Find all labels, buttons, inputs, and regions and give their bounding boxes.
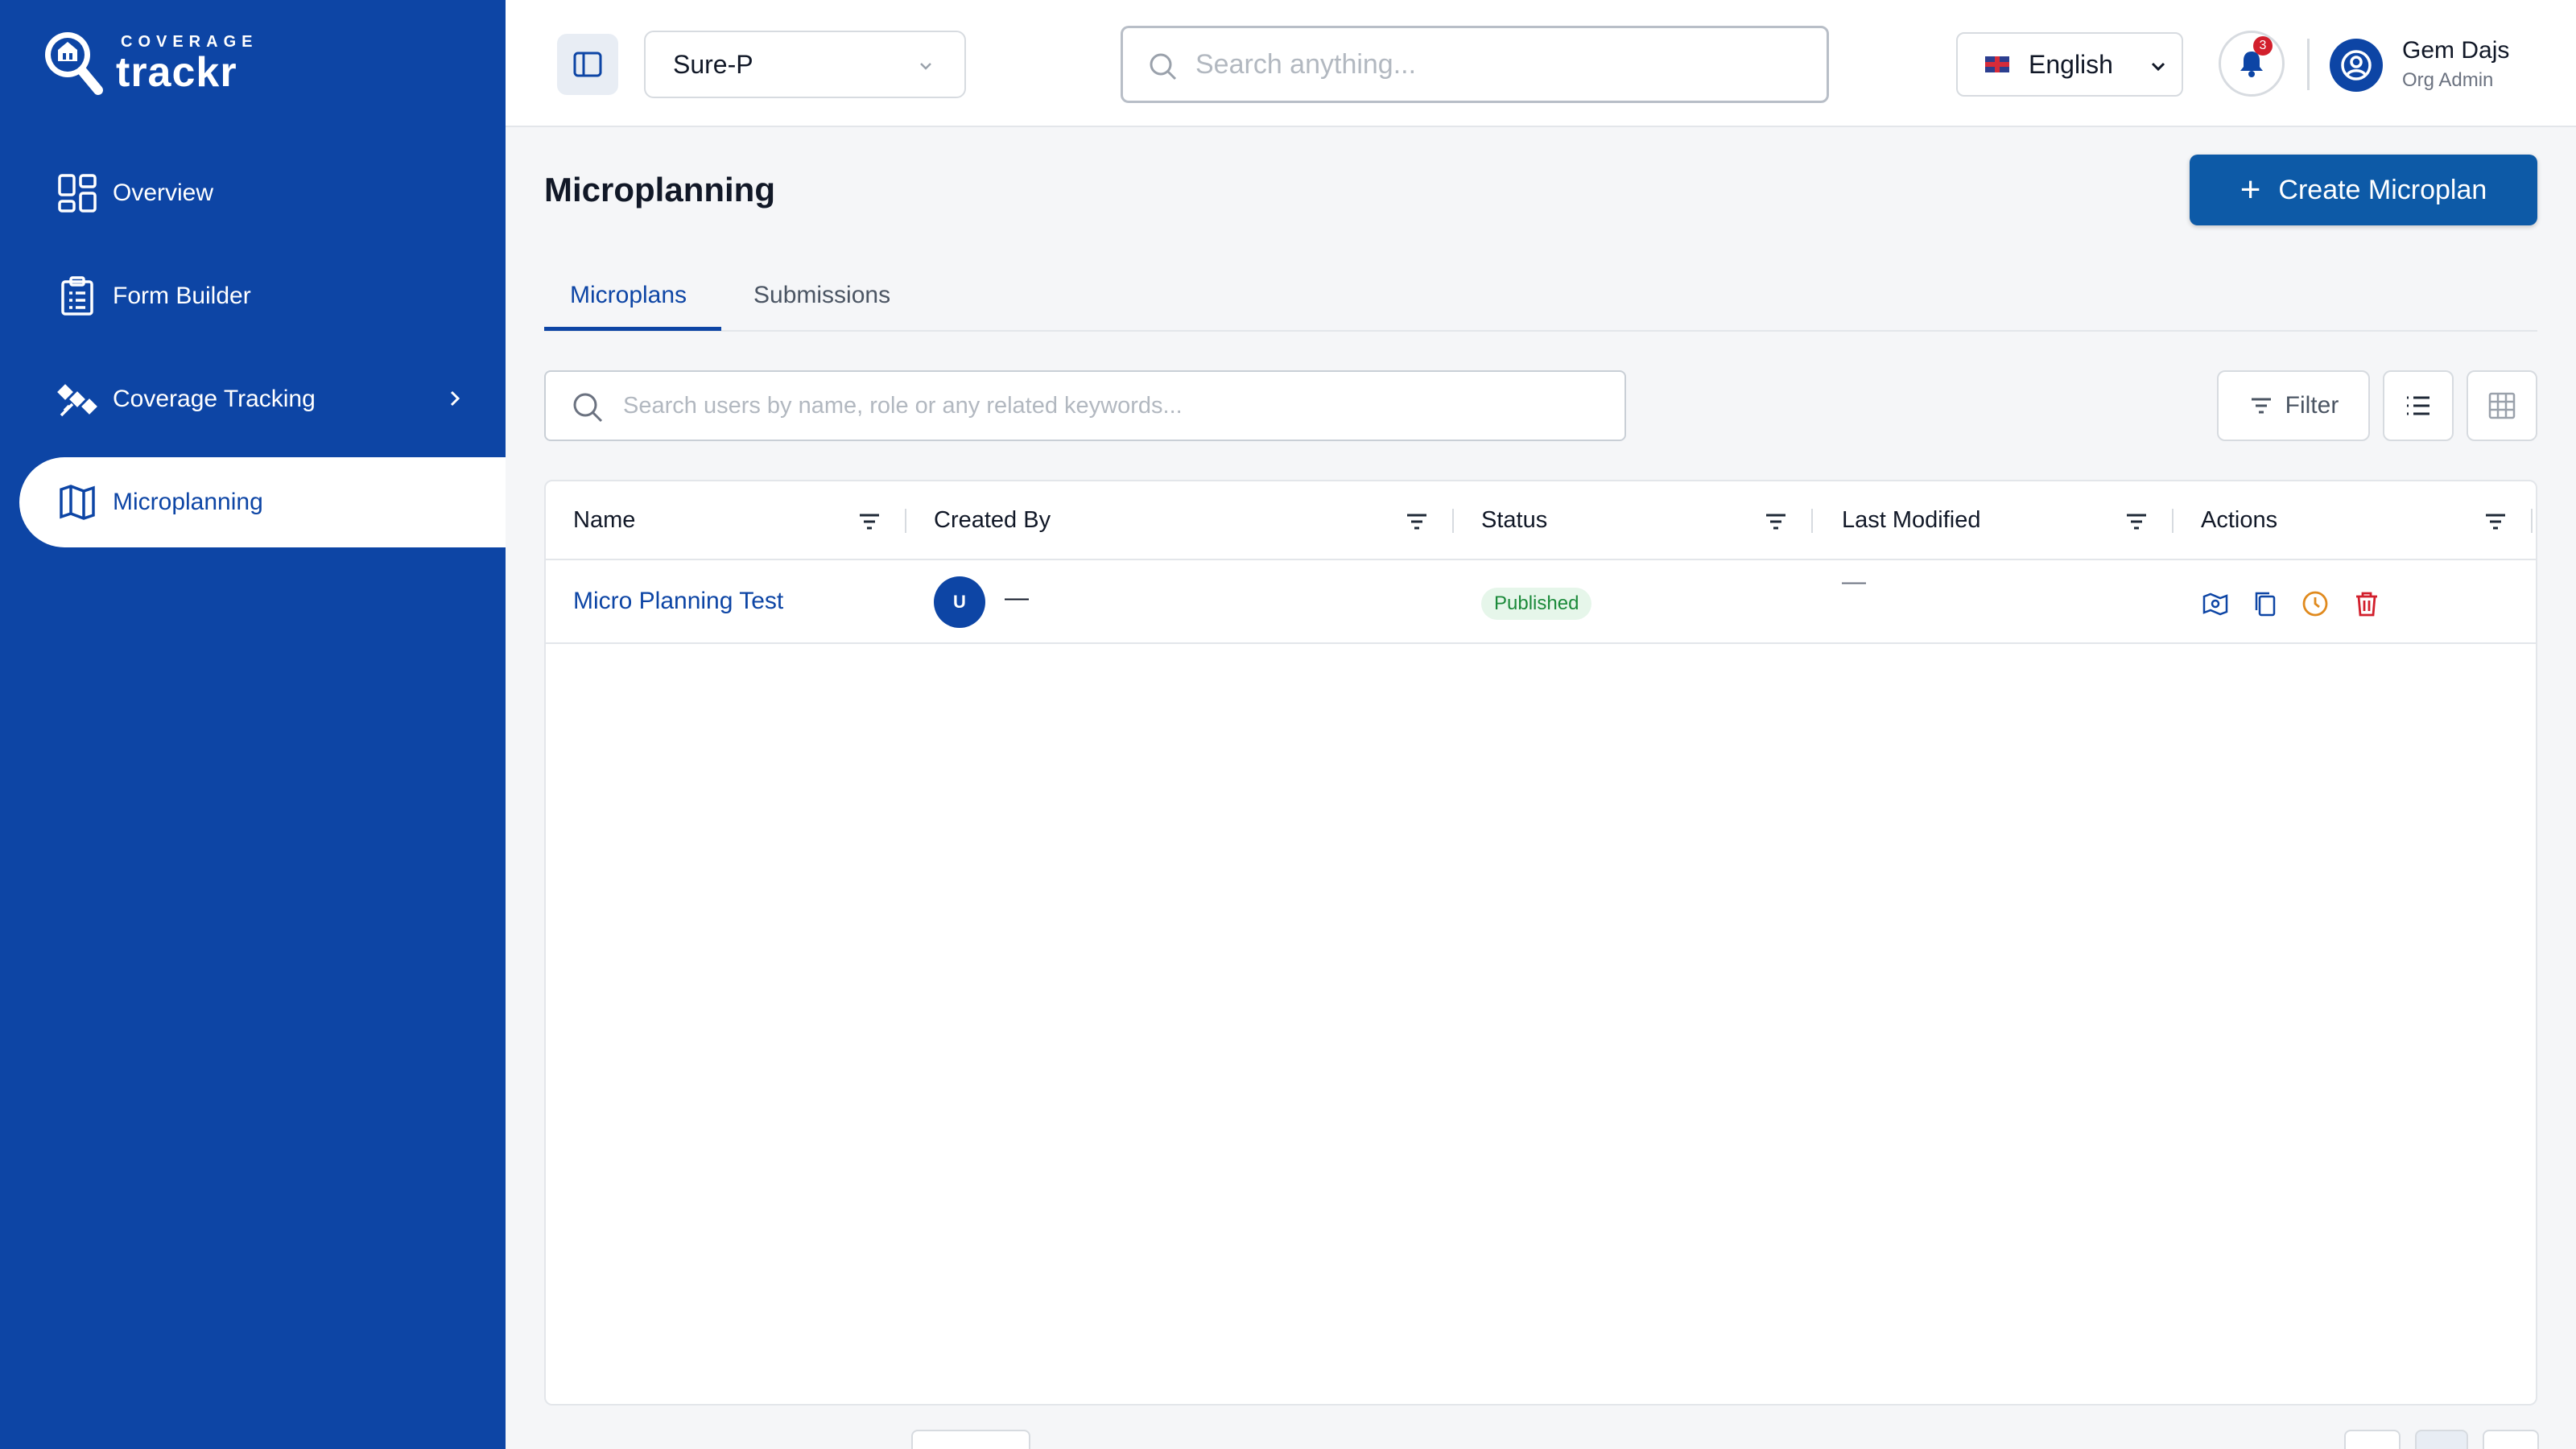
filter-icon	[2251, 398, 2271, 414]
user-role: Org Admin	[2402, 69, 2494, 91]
column-header-last-modified[interactable]: Last Modified	[1842, 507, 1981, 534]
logo-magnifier-icon	[39, 24, 111, 101]
tab-submissions[interactable]: Submissions	[753, 282, 890, 309]
notifications-button[interactable]: 3	[2219, 31, 2285, 97]
copy-icon	[2255, 592, 2276, 617]
pagination-next-button[interactable]	[2483, 1430, 2539, 1449]
map-icon	[2202, 592, 2228, 616]
org-select[interactable]: Sure-P	[644, 31, 966, 98]
duplicate-button[interactable]	[2249, 588, 2281, 620]
plus-icon: +	[2240, 170, 2261, 209]
filter-label: Filter	[2285, 392, 2339, 419]
sidebar-item-form-builder[interactable]: Form Builder	[19, 251, 506, 341]
global-search	[1121, 26, 1829, 103]
table-search	[544, 370, 1626, 441]
column-filter-icon[interactable]	[2124, 509, 2149, 535]
filter-button[interactable]: Filter	[2217, 370, 2370, 441]
column-filter-icon[interactable]	[857, 509, 882, 535]
user-avatar[interactable]	[2330, 39, 2383, 92]
notification-count-badge: 3	[2253, 36, 2273, 56]
global-search-input[interactable]	[1195, 48, 1759, 80]
satellite-icon	[57, 384, 97, 417]
column-separator[interactable]	[1452, 509, 1454, 533]
grid-view-icon	[2488, 392, 2516, 419]
delete-button[interactable]	[2351, 588, 2383, 620]
column-filter-icon[interactable]	[1763, 509, 1789, 535]
header-divider	[2307, 39, 2310, 90]
column-header-actions: Actions	[2201, 507, 2278, 533]
sidebar-toggle-icon	[573, 52, 602, 77]
sidebar-item-microplanning[interactable]: Microplanning	[19, 457, 506, 547]
org-select-value: Sure-P	[673, 49, 753, 79]
microplans-table: Name Created By Status Last Modified Act…	[544, 480, 2537, 1406]
list-view-button[interactable]	[2383, 370, 2454, 441]
chevron-down-icon	[2151, 62, 2165, 72]
microplan-name-link[interactable]: Micro Planning Test	[573, 588, 783, 615]
pagination-prev-button[interactable]	[2344, 1430, 2401, 1449]
column-header-created-by[interactable]: Created By	[934, 507, 1051, 534]
page-size-select[interactable]	[911, 1430, 1030, 1449]
uk-flag-icon	[1985, 56, 2009, 72]
user-name[interactable]: Gem Dajs	[2402, 37, 2509, 64]
list-icon	[2407, 396, 2429, 415]
logo-main-text: trackr	[116, 48, 237, 96]
created-by-value: —	[1005, 584, 1029, 611]
view-map-button[interactable]	[2199, 588, 2231, 620]
sidebar-nav: Overview Form Builder Coverage Tracking	[19, 148, 506, 560]
sidebar: COVERAGE trackr Overview Form Builder Co…	[0, 0, 506, 1449]
column-header-name[interactable]: Name	[573, 507, 635, 534]
map-icon	[60, 485, 95, 520]
chevron-right-icon	[450, 390, 460, 407]
clock-icon	[2302, 591, 2328, 617]
column-separator[interactable]	[905, 509, 906, 533]
sidebar-item-label: Coverage Tracking	[113, 386, 316, 412]
status-badge: Published	[1481, 588, 1592, 620]
language-value: English	[2029, 49, 2113, 79]
sidebar-item-coverage-tracking[interactable]: Coverage Tracking	[19, 354, 506, 444]
clipboard-icon	[61, 276, 93, 316]
page-title: Microplanning	[544, 171, 775, 208]
sidebar-item-label: Microplanning	[113, 489, 263, 515]
create-microplan-label: Create Microplan	[2278, 174, 2487, 205]
create-microplan-button[interactable]: + Create Microplan	[2190, 155, 2537, 225]
search-icon	[573, 393, 603, 423]
trash-icon	[2356, 592, 2377, 617]
pagination-page-button[interactable]	[2415, 1430, 2468, 1449]
table-header: Name Created By Status Last Modified Act…	[546, 481, 2536, 560]
column-separator[interactable]	[2172, 509, 2174, 533]
column-filter-icon[interactable]	[2483, 509, 2508, 535]
column-filter-icon[interactable]	[1404, 509, 1430, 535]
column-header-status[interactable]: Status	[1481, 507, 1547, 534]
tabs: Microplans Submissions	[544, 270, 2537, 332]
sidebar-item-label: Overview	[113, 180, 214, 206]
tab-microplans[interactable]: Microplans	[570, 282, 687, 309]
table-row[interactable]: Micro Planning Test U — Published —	[546, 560, 2536, 644]
table-search-input[interactable]	[623, 392, 1589, 419]
grid-view-button[interactable]	[2467, 370, 2537, 441]
top-header: Sure-P English 3 Gem Dajs Org Admin	[506, 0, 2576, 127]
app-logo[interactable]: COVERAGE trackr	[39, 24, 258, 101]
active-tab-indicator	[544, 327, 721, 331]
sidebar-item-overview[interactable]: Overview	[19, 148, 506, 238]
grid-icon	[58, 174, 97, 213]
history-button[interactable]	[2299, 588, 2331, 620]
user-circle-icon	[2341, 50, 2372, 80]
sidebar-toggle-button[interactable]	[557, 34, 618, 95]
last-modified-value: —	[1842, 568, 1866, 595]
chevron-down-icon	[920, 63, 931, 70]
column-separator[interactable]	[2531, 509, 2533, 533]
search-icon	[1150, 53, 1177, 80]
column-separator[interactable]	[1811, 509, 1813, 533]
language-select[interactable]: English	[1956, 32, 2183, 97]
sidebar-item-label: Form Builder	[113, 283, 251, 309]
creator-avatar: U	[934, 576, 985, 628]
